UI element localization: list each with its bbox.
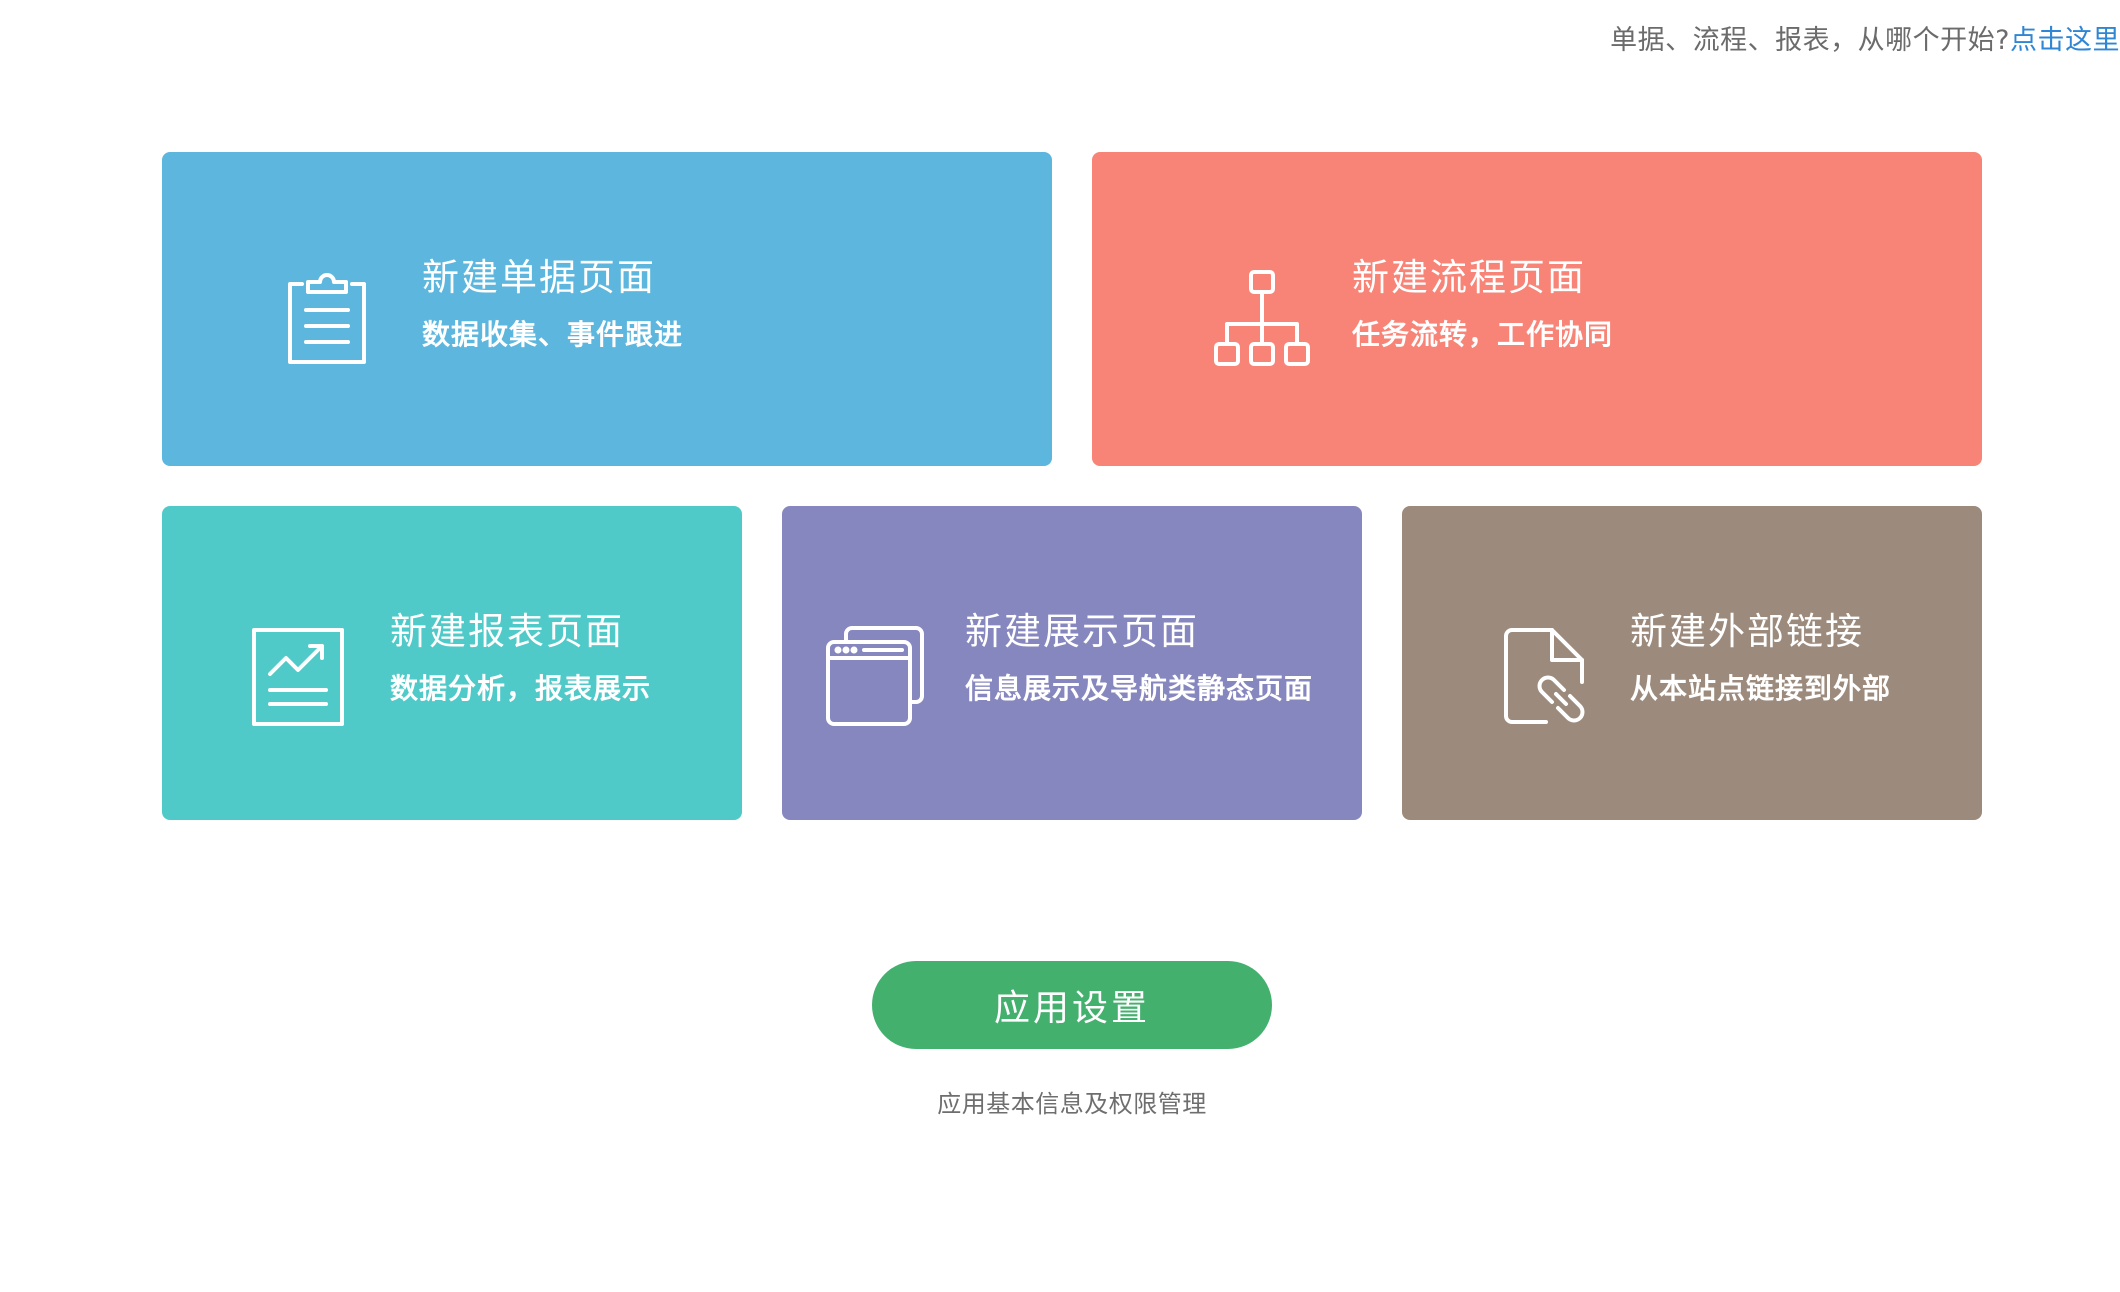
- new-external-link-card[interactable]: 新建外部链接 从本站点链接到外部: [1402, 506, 1982, 820]
- card-text: 新建报表页面 数据分析，报表展示: [390, 610, 651, 706]
- card-title: 新建流程页面: [1352, 256, 1586, 299]
- card-text: 新建单据页面 数据收集、事件跟进: [422, 256, 683, 352]
- card-desc: 任务流转，工作协同: [1352, 318, 1614, 352]
- new-report-page-card[interactable]: 新建报表页面 数据分析，报表展示: [162, 506, 742, 820]
- card-desc: 信息展示及导航类静态页面: [965, 672, 1314, 706]
- new-form-page-card[interactable]: 新建单据页面 数据收集、事件跟进: [162, 152, 1052, 466]
- hint-text: 单据、流程、报表，从哪个开始?: [1610, 25, 2010, 56]
- chart-icon: [242, 618, 352, 728]
- card-text: 新建展示页面 信息展示及导航类静态页面: [965, 610, 1313, 706]
- flowchart-icon: [1207, 264, 1317, 374]
- hint-link[interactable]: 点击这里: [2010, 25, 2120, 56]
- app-settings-button[interactable]: 应用设置: [872, 961, 1272, 1049]
- top-hint: 单据、流程、报表，从哪个开始?点击这里: [1610, 18, 2120, 57]
- settings-subtitle: 应用基本信息及权限管理: [937, 1090, 1207, 1118]
- page: 单据、流程、报表，从哪个开始?点击这里 新建单据页面 数据收集、事件跟进 新建流…: [0, 0, 2120, 1292]
- clipboard-icon: [272, 264, 382, 374]
- card-title: 新建外部链接: [1630, 610, 1864, 653]
- card-text: 新建流程页面 任务流转，工作协同: [1352, 256, 1613, 352]
- file-link-icon: [1490, 618, 1600, 728]
- new-flow-page-card[interactable]: 新建流程页面 任务流转，工作协同: [1092, 152, 1982, 466]
- windows-icon: [820, 618, 930, 728]
- card-desc: 从本站点链接到外部: [1630, 672, 1892, 706]
- card-title: 新建报表页面: [390, 610, 624, 653]
- card-title: 新建展示页面: [965, 610, 1199, 653]
- new-display-page-card[interactable]: 新建展示页面 信息展示及导航类静态页面: [782, 506, 1362, 820]
- card-desc: 数据分析，报表展示: [390, 672, 652, 706]
- card-title: 新建单据页面: [422, 256, 656, 299]
- card-text: 新建外部链接 从本站点链接到外部: [1630, 610, 1891, 706]
- card-desc: 数据收集、事件跟进: [422, 318, 684, 352]
